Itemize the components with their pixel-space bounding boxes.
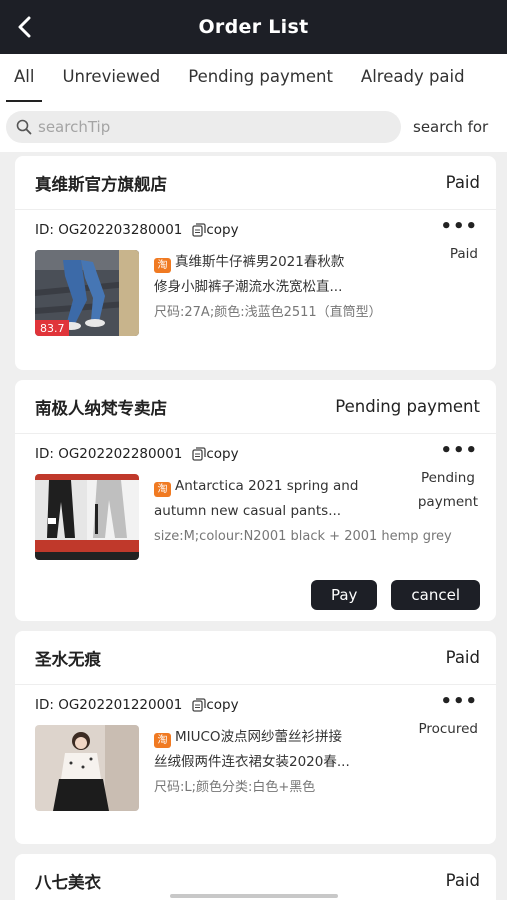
order-id: ID: OG202201220001 bbox=[35, 697, 183, 713]
search-box[interactable] bbox=[6, 111, 401, 143]
shop-name[interactable]: 八七美衣 bbox=[35, 869, 101, 893]
taobao-icon: 淘 bbox=[154, 482, 171, 497]
copy-icon bbox=[192, 223, 207, 237]
order-card-header: 真维斯官方旗舰店 Paid bbox=[15, 156, 496, 210]
item-status-line1: Pending bbox=[420, 470, 475, 486]
order-tabs: All Unreviewed Pending payment Already p… bbox=[0, 54, 507, 102]
copy-label: copy bbox=[206, 697, 239, 713]
order-status: Pending payment bbox=[335, 397, 480, 416]
taobao-icon: 淘 bbox=[154, 733, 171, 748]
taobao-icon: 淘 bbox=[154, 258, 171, 273]
copy-button[interactable]: copy bbox=[192, 697, 239, 713]
shop-name[interactable]: 真维斯官方旗舰店 bbox=[35, 171, 167, 195]
more-options-icon[interactable]: ••• bbox=[440, 691, 478, 712]
product-thumbnail[interactable] bbox=[35, 474, 139, 560]
item-status-line2: payment bbox=[417, 494, 478, 510]
item-status: Paid bbox=[449, 246, 478, 262]
order-status: Paid bbox=[445, 173, 480, 192]
product-spec: 尺码:L;颜色分类:白色+黑色 bbox=[154, 780, 316, 795]
app-header: Order List bbox=[0, 0, 507, 54]
order-item-section: ID: OG202201220001 copy ••• 淘 MIUCO波点网纱蕾… bbox=[15, 685, 496, 825]
order-actions: Pay cancel bbox=[35, 580, 480, 610]
product-info: 淘真维斯牛仔裤男2021春秋款 修身小脚裤子潮流水洗宽松直... 尺码:27A;… bbox=[154, 250, 454, 336]
copy-button[interactable]: copy bbox=[192, 222, 239, 238]
copy-button[interactable]: copy bbox=[192, 446, 239, 462]
product-thumbnail[interactable]: 83.7 bbox=[35, 250, 139, 336]
shop-name[interactable]: 南极人纳梵专卖店 bbox=[35, 395, 167, 419]
order-status: Paid bbox=[445, 648, 480, 667]
tab-already-paid[interactable]: Already paid bbox=[347, 54, 479, 102]
product-title: Antarctica 2021 spring and bbox=[175, 478, 359, 494]
back-button[interactable] bbox=[10, 13, 38, 41]
order-id-row: ID: OG202201220001 copy bbox=[35, 695, 480, 715]
order-card-header: 南极人纳梵专卖店 Pending payment bbox=[15, 380, 496, 434]
more-options-icon[interactable]: ••• bbox=[440, 216, 478, 237]
order-item-section: ID: OG202203280001 copy ••• 83.7 淘 真维斯牛仔… bbox=[15, 210, 496, 350]
order-card: 南极人纳梵专卖店 Pending payment ID: OG202202280… bbox=[15, 380, 496, 621]
chevron-left-icon bbox=[18, 16, 31, 38]
product-title: MIUCO波点网纱蕾丝衫拼接 bbox=[175, 729, 343, 745]
shop-name[interactable]: 圣水无痕 bbox=[35, 646, 101, 670]
search-icon bbox=[16, 119, 32, 135]
product-info: 淘 MIUCO波点网纱蕾丝衫拼接 丝绒假两件连衣裙女装2020春... 尺码:L;… bbox=[154, 725, 454, 811]
search-button[interactable]: search for bbox=[413, 118, 488, 136]
order-card-header: 圣水无痕 Paid bbox=[15, 631, 496, 685]
order-id-row: ID: OG202203280001 copy bbox=[35, 220, 480, 240]
tab-pending-payment[interactable]: Pending payment bbox=[174, 54, 347, 102]
product-spec: 尺码:27A;颜色:浅蓝色2511（直筒型） bbox=[154, 305, 382, 320]
tab-unreviewed[interactable]: Unreviewed bbox=[48, 54, 174, 102]
product-title-cont: 丝绒假两件连衣裙女装2020春... bbox=[154, 754, 350, 770]
tab-all[interactable]: All bbox=[0, 54, 48, 102]
search-bar: search for bbox=[0, 102, 507, 152]
order-list: 真维斯官方旗舰店 Paid ID: OG202203280001 copy ••… bbox=[15, 156, 496, 900]
copy-label: copy bbox=[206, 446, 239, 462]
product-title-cont: 修身小脚裤子潮流水洗宽松直... bbox=[154, 279, 343, 295]
cancel-button[interactable]: cancel bbox=[391, 580, 480, 610]
product-title: 真维斯牛仔裤男2021春秋款 bbox=[175, 254, 345, 270]
order-id-row: ID: OG202202280001 copy bbox=[35, 444, 480, 464]
order-item[interactable]: 淘 MIUCO波点网纱蕾丝衫拼接 丝绒假两件连衣裙女装2020春... 尺码:L;… bbox=[35, 725, 480, 811]
order-id: ID: OG202203280001 bbox=[35, 222, 183, 238]
product-info: 淘 Antarctica 2021 spring and autumn new c… bbox=[154, 474, 454, 560]
pay-button[interactable]: Pay bbox=[310, 580, 378, 610]
price-tag: 83.7 bbox=[40, 322, 65, 335]
order-card: 真维斯官方旗舰店 Paid ID: OG202203280001 copy ••… bbox=[15, 156, 496, 370]
order-status: Paid bbox=[445, 871, 480, 890]
order-item-section: ID: OG202202280001 copy ••• 淘 Antarctica… bbox=[15, 434, 496, 621]
item-status: Procured bbox=[418, 721, 478, 737]
item-status: Pending payment bbox=[418, 466, 478, 514]
product-spec: size:M;colour:N2001 black + 2001 hemp gr… bbox=[154, 529, 452, 544]
more-options-icon[interactable]: ••• bbox=[440, 440, 478, 461]
search-input[interactable] bbox=[38, 118, 368, 136]
home-indicator bbox=[170, 894, 338, 898]
copy-icon bbox=[192, 447, 207, 461]
product-thumbnail[interactable] bbox=[35, 725, 139, 811]
order-item[interactable]: 83.7 淘真维斯牛仔裤男2021春秋款 修身小脚裤子潮流水洗宽松直... 尺码… bbox=[35, 250, 480, 336]
copy-label: copy bbox=[206, 222, 239, 238]
order-item[interactable]: 淘 Antarctica 2021 spring and autumn new c… bbox=[35, 474, 480, 560]
order-id: ID: OG202202280001 bbox=[35, 446, 183, 462]
page-title: Order List bbox=[198, 16, 309, 38]
copy-icon bbox=[192, 698, 207, 712]
order-card: 圣水无痕 Paid ID: OG202201220001 copy ••• 淘 … bbox=[15, 631, 496, 844]
product-title-cont: autumn new casual pants... bbox=[154, 503, 342, 519]
